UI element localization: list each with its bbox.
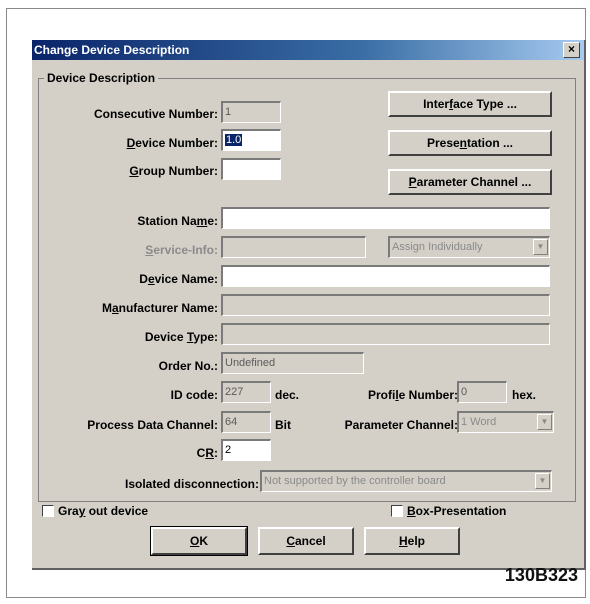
process-data-channel-label: Process Data Channel: [87, 418, 218, 432]
isolated-disconnection-label: Isolated disconnection: [124, 477, 259, 491]
process-data-channel-unit: Bit [275, 418, 291, 432]
interface-type-button[interactable]: Interface Type ... [388, 91, 552, 117]
service-info-assign-select: Assign Individually ▼ [388, 236, 550, 258]
manufacturer-name-label: Manufacturer Name: [101, 301, 218, 315]
window-title: Change Device Description [34, 43, 190, 57]
box-presentation-label[interactable]: Box-Presentation [407, 504, 506, 518]
group-number-label: Group Number: [129, 164, 218, 178]
device-name-label: Device Name: [139, 272, 218, 286]
id-code-unit: dec. [275, 388, 300, 402]
order-no-label: Order No.: [158, 359, 218, 373]
parameter-channel-select: 1 Word ▼ [457, 411, 554, 433]
group-number-field[interactable] [221, 158, 281, 180]
profile-number-label: Profile Number: [367, 388, 458, 402]
title-bar: Change Device Description × [32, 40, 584, 60]
consecutive-number-field: 1 [221, 101, 281, 123]
service-info-label: Service-Info: [145, 243, 218, 257]
station-name-field[interactable] [221, 207, 550, 229]
device-type-label: Device Type: [144, 330, 218, 344]
group-title: Device Description [44, 71, 159, 85]
device-number-label: Device Number: [126, 136, 218, 150]
close-button[interactable]: × [563, 42, 580, 58]
consecutive-number-label: Consecutive Number: [93, 107, 218, 121]
station-name-label: Station Name: [137, 214, 218, 228]
service-info-assign-value: Assign Individually [392, 241, 483, 253]
cancel-button[interactable]: Cancel [258, 527, 354, 555]
presentation-button[interactable]: Presentation ... [388, 130, 552, 156]
ok-button[interactable]: OK [150, 526, 248, 556]
order-no-field: Undefined [221, 352, 364, 374]
isolated-disconnection-select: Not supported by the controller board ▼ [260, 470, 552, 492]
cr-label: CR: [196, 446, 218, 460]
chevron-down-icon: ▼ [535, 473, 550, 489]
chevron-down-icon: ▼ [533, 239, 548, 255]
device-name-field[interactable] [221, 265, 550, 287]
device-number-field[interactable]: 1.0 [221, 129, 281, 151]
help-button[interactable]: Help [364, 527, 460, 555]
figure-id-label: 130B323 [504, 565, 578, 585]
profile-number-unit: hex. [512, 388, 537, 402]
id-code-label: ID code: [170, 388, 218, 402]
id-code-field: 227 [221, 381, 271, 403]
gray-out-device-checkbox[interactable] [42, 505, 54, 517]
profile-number-field: 0 [457, 381, 507, 403]
box-presentation-checkbox[interactable] [391, 505, 403, 517]
parameter-channel-button[interactable]: Parameter Channel ... [388, 169, 552, 195]
process-data-channel-field: 64 [221, 411, 271, 433]
parameter-channel-value: 1 Word [461, 416, 497, 428]
change-device-description-dialog: Change Device Description × Device Descr… [32, 40, 586, 570]
parameter-channel-label: Parameter Channel: [344, 418, 458, 432]
chevron-down-icon: ▼ [537, 414, 552, 430]
cr-field[interactable]: 2 [221, 439, 271, 461]
service-info-field [221, 236, 366, 258]
manufacturer-name-field [221, 294, 550, 316]
isolated-disconnection-value: Not supported by the controller board [264, 475, 446, 487]
gray-out-device-label[interactable]: Gray out device [58, 504, 148, 518]
device-type-field [221, 323, 550, 345]
